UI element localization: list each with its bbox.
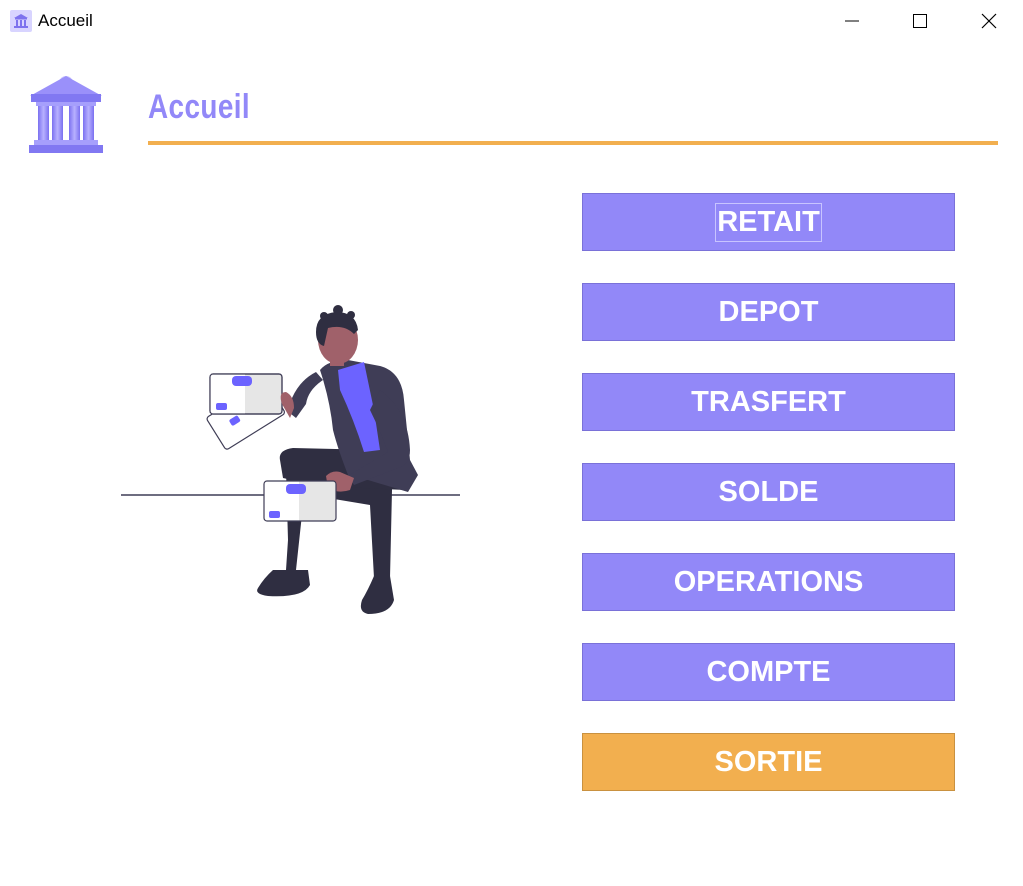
compte-button[interactable]: COMPTE bbox=[582, 643, 955, 701]
solde-button-label: SOLDE bbox=[718, 475, 819, 508]
window-title: Accueil bbox=[38, 11, 93, 30]
compte-button-label: COMPTE bbox=[706, 655, 831, 688]
trasfert-button[interactable]: TRASFERT bbox=[582, 373, 955, 431]
maximize-icon bbox=[913, 14, 927, 28]
bank-building-icon bbox=[26, 72, 106, 161]
page-title: Accueil bbox=[148, 88, 251, 126]
sortie-button[interactable]: SORTIE bbox=[582, 733, 955, 791]
close-icon bbox=[981, 13, 997, 29]
solde-button[interactable]: SOLDE bbox=[582, 463, 955, 521]
retait-button-label: RETAIT bbox=[715, 202, 822, 242]
close-button[interactable] bbox=[955, 0, 1023, 42]
window-title-bar: Accueil bbox=[0, 0, 1023, 42]
minimize-icon bbox=[845, 20, 859, 22]
sortie-button-label: SORTIE bbox=[714, 745, 823, 778]
depot-button[interactable]: DEPOT bbox=[582, 283, 955, 341]
depot-button-label: DEPOT bbox=[718, 295, 819, 328]
maximize-button[interactable] bbox=[886, 0, 954, 42]
operations-button-label: OPERATIONS bbox=[673, 565, 864, 598]
bank-icon bbox=[10, 10, 32, 32]
title-underline bbox=[148, 141, 998, 145]
operations-button[interactable]: OPERATIONS bbox=[582, 553, 955, 611]
person-with-cards-illustration bbox=[118, 300, 463, 625]
minimize-button[interactable] bbox=[818, 0, 886, 42]
retait-button[interactable]: RETAIT bbox=[582, 193, 955, 251]
trasfert-button-label: TRASFERT bbox=[691, 385, 846, 418]
